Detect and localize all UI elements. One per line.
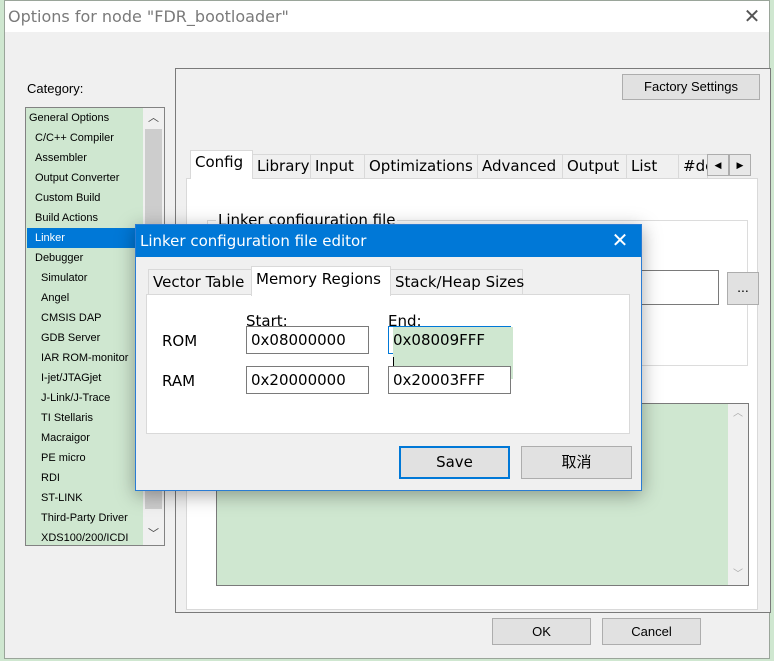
category-item[interactable]: ST-LINK	[27, 488, 142, 508]
tab-library[interactable]: Library	[252, 154, 311, 178]
linker-config-editor-dialog: Linker configuration file editor ✕ Vecto…	[135, 224, 642, 491]
editor-tab-stack-heap-sizes[interactable]: Stack/Heap Sizes	[390, 269, 524, 295]
category-item[interactable]: Output Converter	[27, 168, 142, 188]
category-item[interactable]: Third-Party Driver	[27, 508, 142, 528]
tab-optimizations[interactable]: Optimizations	[364, 154, 478, 178]
tab-advanced[interactable]: Advanced	[477, 154, 563, 178]
tab-input[interactable]: Input	[310, 154, 365, 178]
region-name-rom: ROM	[162, 332, 198, 350]
category-item[interactable]: TI Stellaris	[27, 408, 142, 428]
tab-list[interactable]: List	[626, 154, 679, 178]
memory-regions-panel: Start: End: ROM 0x08000000 0x08009FFF RA…	[146, 294, 630, 434]
category-item[interactable]: Debugger	[27, 248, 142, 268]
rom-start-value: 0x08000000	[251, 331, 346, 349]
category-item[interactable]: Custom Build	[27, 188, 142, 208]
category-item[interactable]: GDB Server	[27, 328, 142, 348]
tab-output[interactable]: Output	[562, 154, 627, 178]
cancel-button[interactable]: Cancel	[602, 618, 701, 645]
editor-tab-memory-regions[interactable]: Memory Regions	[251, 266, 391, 296]
ram-start-value: 0x20000000	[251, 371, 346, 389]
rom-start-input[interactable]: 0x08000000	[246, 326, 369, 354]
category-label: Category:	[27, 81, 84, 96]
close-icon[interactable]: ✕	[606, 227, 634, 255]
browse-button[interactable]: ...	[727, 272, 759, 305]
category-item[interactable]: XDS100/200/ICDI	[27, 528, 142, 548]
region-name-ram: RAM	[162, 372, 196, 390]
category-item[interactable]: General Options	[27, 108, 142, 128]
category-item[interactable]: IAR ROM-monitor	[27, 348, 142, 368]
editor-cancel-button[interactable]: 取消	[521, 446, 632, 479]
category-item[interactable]: C/C++ Compiler	[27, 128, 142, 148]
tab-config[interactable]: Config	[190, 150, 253, 179]
rom-end-value: 0x08009FFF	[393, 331, 486, 349]
textarea-scrollbar[interactable]: ︿ ﹀	[728, 404, 748, 585]
category-item[interactable]: Build Actions	[27, 208, 142, 228]
options-dialog-title: Options for node "FDR_bootloader"	[8, 7, 289, 26]
factory-settings-button[interactable]: Factory Settings	[622, 74, 760, 100]
category-item[interactable]: PE micro	[27, 448, 142, 468]
chevron-up-icon[interactable]: ︿	[143, 108, 164, 128]
tab-de[interactable]: #de	[678, 154, 708, 178]
editor-dialog-title: Linker configuration file editor	[140, 232, 367, 250]
ok-button[interactable]: OK	[492, 618, 591, 645]
ram-start-input[interactable]: 0x20000000	[246, 366, 369, 394]
category-item[interactable]: Macraigor	[27, 428, 142, 448]
category-item[interactable]: Linker	[27, 228, 142, 248]
rom-end-input[interactable]: 0x08009FFF	[388, 326, 514, 379]
tab-scroll-right-icon[interactable]: ▶	[729, 154, 751, 176]
category-item[interactable]: RDI	[27, 468, 142, 488]
close-icon[interactable]: ✕	[739, 4, 765, 30]
save-button[interactable]: Save	[399, 446, 510, 479]
category-item[interactable]: J-Link/J-Trace	[27, 388, 142, 408]
category-item[interactable]: Angel	[27, 288, 142, 308]
chevron-down-icon[interactable]: ﹀	[143, 524, 164, 544]
category-item[interactable]: Simulator	[27, 268, 142, 288]
category-item[interactable]: I-jet/JTAGjet	[27, 368, 142, 388]
ram-end-value: 0x20003FFF	[393, 371, 486, 389]
category-item[interactable]: Assembler	[27, 148, 142, 168]
tab-scroll-left-icon[interactable]: ◀	[707, 154, 729, 176]
ram-end-input[interactable]: 0x20003FFF	[388, 366, 511, 394]
editor-tab-vector-table[interactable]: Vector Table	[148, 269, 252, 295]
chevron-down-icon[interactable]: ﹀	[728, 565, 748, 585]
options-titlebar: Options for node "FDR_bootloader" ✕	[5, 1, 769, 32]
editor-titlebar: Linker configuration file editor ✕	[136, 225, 641, 257]
chevron-up-icon[interactable]: ︿	[728, 404, 748, 424]
category-item[interactable]: CMSIS DAP	[27, 308, 142, 328]
